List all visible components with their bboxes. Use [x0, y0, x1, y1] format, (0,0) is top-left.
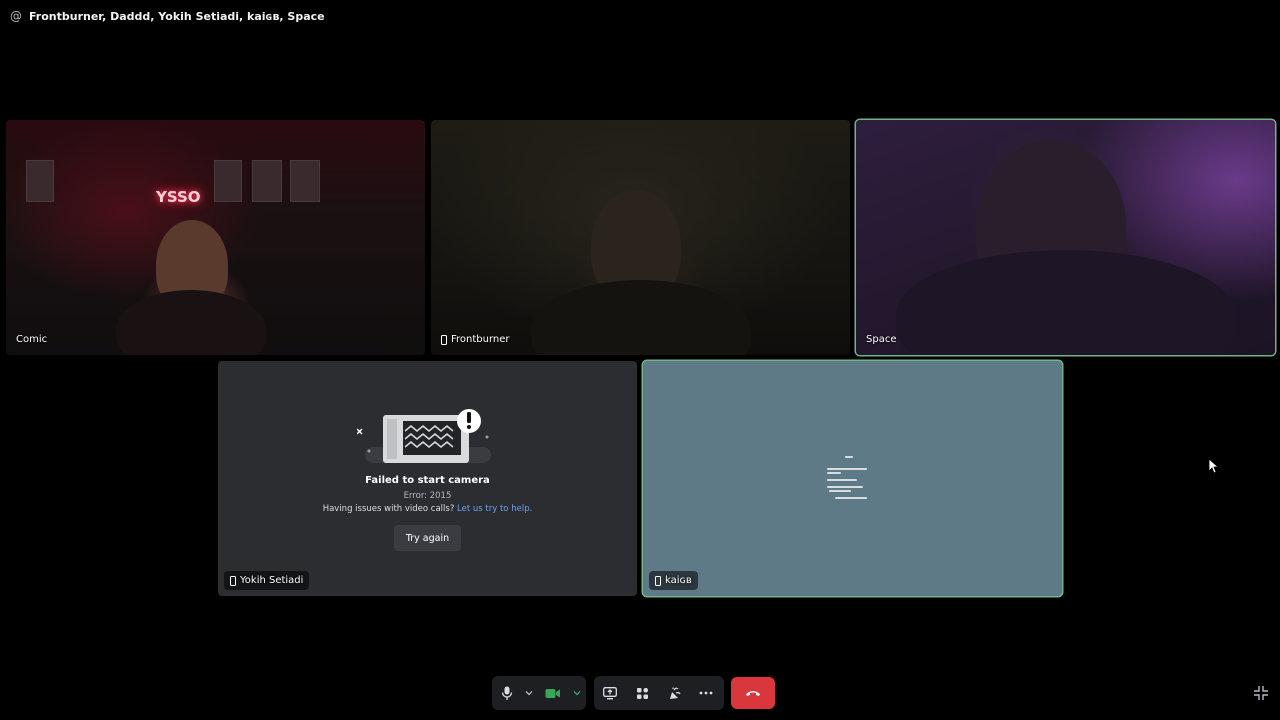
- participant-name-tag: Frontburner: [441, 334, 510, 345]
- shared-screen-preview: [825, 454, 875, 502]
- more-options-button[interactable]: [690, 676, 722, 710]
- more-dots-icon: [699, 691, 713, 695]
- camera-button[interactable]: [536, 676, 570, 710]
- help-link[interactable]: Let us try to help.: [457, 504, 532, 514]
- microphone-icon: [501, 686, 513, 700]
- mobile-phone-icon: [441, 334, 447, 345]
- microphone-options-button[interactable]: [522, 676, 536, 710]
- share-screen-button[interactable]: [594, 676, 626, 710]
- soundboard-button[interactable]: [658, 676, 690, 710]
- participant-name: Space: [866, 334, 897, 345]
- audio-video-controls: [492, 676, 586, 710]
- participant-name-tag: kaiɢʙ: [649, 571, 698, 590]
- soundboard-icon: [670, 687, 681, 699]
- participant-name: kaiɢʙ: [665, 575, 692, 586]
- exit-fullscreen-icon[interactable]: [1253, 685, 1269, 701]
- broken-camera-illustration: [357, 409, 491, 463]
- participant-name: Frontburner: [451, 334, 510, 345]
- help-prompt: Having issues with video calls?: [322, 504, 455, 514]
- participant-tile-comic[interactable]: YSSO Comic: [6, 120, 425, 355]
- screen-share-icon: [603, 686, 617, 699]
- try-again-button[interactable]: Try again: [394, 525, 461, 551]
- call-actions: [594, 676, 724, 710]
- camera-help-text: Having issues with video calls? Let us t…: [218, 504, 637, 514]
- wall-poster: [26, 160, 54, 202]
- chevron-down-icon: [525, 691, 533, 696]
- camera-error-title: Failed to start camera: [365, 475, 490, 486]
- participant-tile-space[interactable]: Space: [856, 120, 1275, 355]
- hang-up-icon: [746, 691, 760, 696]
- chevron-down-icon: [573, 691, 581, 696]
- mobile-phone-icon: [230, 575, 236, 586]
- at-icon: @: [10, 9, 22, 23]
- participant-name-tag: Yokih Setiadi: [224, 571, 310, 590]
- participant-tile-yokih-setiadi[interactable]: Failed to start camera Error: 2015 Havin…: [218, 361, 637, 596]
- mouse-cursor-icon: [1208, 458, 1220, 474]
- activities-icon: [636, 687, 648, 699]
- participant-tile-frontburner[interactable]: Frontburner: [431, 120, 850, 355]
- participant-body: [116, 290, 266, 355]
- wall-poster: [290, 160, 320, 202]
- activities-button[interactable]: [626, 676, 658, 710]
- participant-name-tag: Comic: [16, 334, 47, 345]
- mobile-phone-icon: [655, 575, 661, 586]
- participant-body: [896, 250, 1236, 355]
- disconnect-button[interactable]: [731, 677, 775, 709]
- microphone-button[interactable]: [492, 676, 522, 710]
- participant-body: [531, 280, 751, 355]
- participant-tile-kaigb[interactable]: kaiɢʙ: [643, 361, 1062, 596]
- wall-poster: [214, 160, 242, 202]
- call-header: @ Frontburner, Daddd, Yokih Setiadi, kai…: [10, 8, 325, 24]
- wall-poster: [252, 160, 282, 202]
- neon-sign: YSSO: [156, 188, 201, 206]
- video-camera-icon: [545, 688, 560, 698]
- participant-name: Yokih Setiadi: [240, 575, 304, 586]
- camera-error-code: Error: 2015: [403, 491, 452, 501]
- participant-name-tag: Space: [866, 334, 896, 345]
- camera-options-button[interactable]: [570, 676, 584, 710]
- participant-name: Comic: [16, 334, 48, 345]
- call-title: Frontburner, Daddd, Yokih Setiadi, kaiɢʙ…: [29, 9, 325, 23]
